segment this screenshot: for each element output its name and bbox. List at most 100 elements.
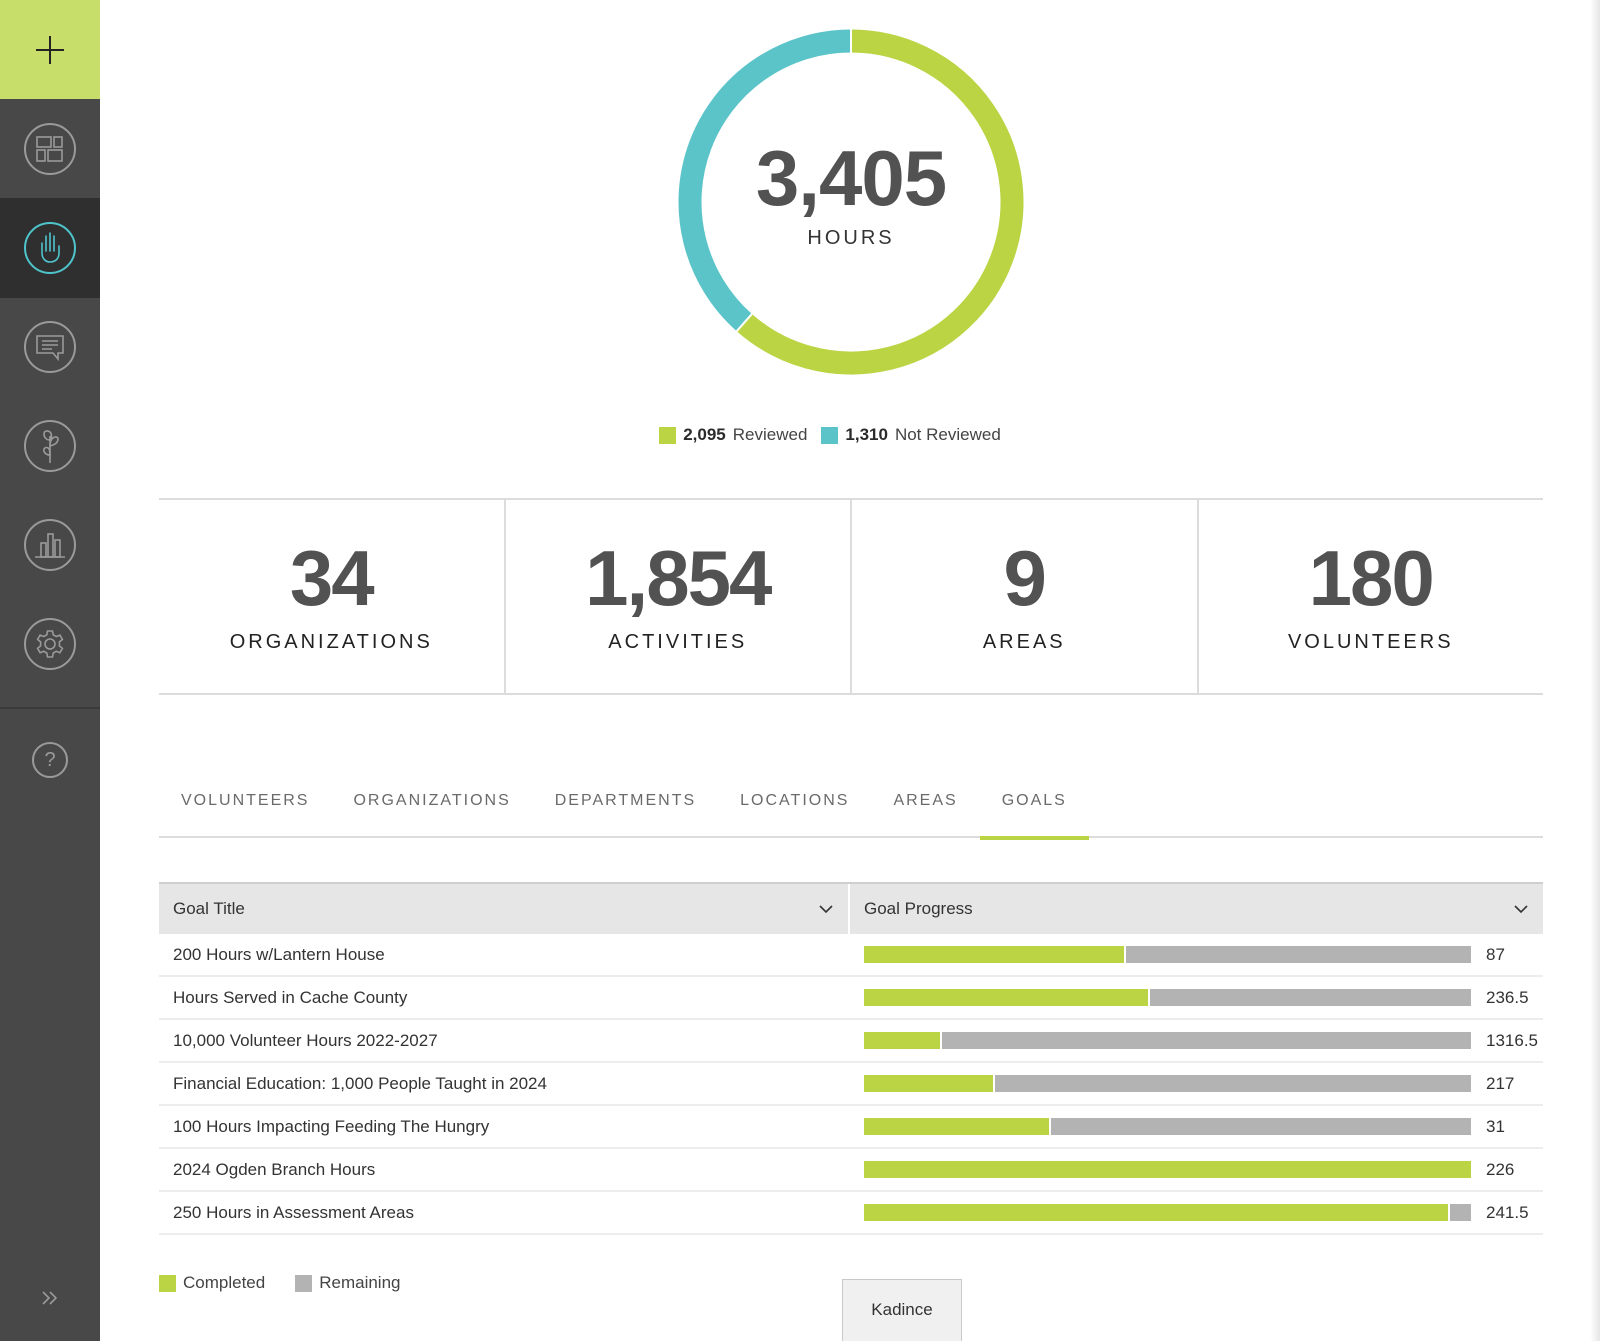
progress-bar-completed bbox=[864, 946, 1127, 963]
column-header-goal-title[interactable]: Goal Title bbox=[159, 884, 850, 934]
goals-table: Goal Title Goal Progress 200 Hours w/Lan… bbox=[159, 882, 1543, 1235]
completed-label: Completed bbox=[183, 1273, 266, 1292]
goal-title: Hours Served in Cache County bbox=[173, 987, 408, 1007]
help-button[interactable]: ? bbox=[0, 730, 100, 790]
goal-progress-cell: 217 bbox=[850, 1074, 1543, 1094]
tab-locations[interactable]: LOCATIONS bbox=[718, 780, 871, 838]
legend-remaining: Remaining bbox=[295, 1273, 400, 1293]
goal-progress-cell: 1316.5 bbox=[850, 1031, 1543, 1051]
progress-bar-remaining bbox=[864, 946, 1471, 963]
stat-value: 1,854 bbox=[585, 534, 772, 622]
goal-title: 250 Hours in Assessment Areas bbox=[173, 1202, 414, 1222]
goal-progress-value: 226 bbox=[1486, 1159, 1515, 1179]
table-row[interactable]: Hours Served in Cache County 236.5 bbox=[159, 977, 1543, 1020]
summary-stats: 34 ORGANIZATIONS 1,854 ACTIVITIES 9 AREA… bbox=[159, 498, 1543, 695]
goal-progress-cell: 236.5 bbox=[850, 988, 1543, 1008]
progress-bar-completed bbox=[864, 1075, 995, 1092]
stat-label: AREAS bbox=[982, 631, 1066, 653]
goal-progress-value: 241.5 bbox=[1486, 1202, 1529, 1222]
goal-progress-value: 31 bbox=[1486, 1116, 1505, 1136]
stat-areas: 9 AREAS bbox=[850, 500, 1197, 693]
goal-title: 200 Hours w/Lantern House bbox=[173, 944, 385, 964]
progress-bar-remaining bbox=[864, 1032, 1471, 1049]
plus-icon bbox=[36, 35, 64, 64]
legend-completed: Completed bbox=[159, 1273, 265, 1293]
legend-reviewed: 2,095 Reviewed bbox=[659, 425, 807, 445]
donut-legend: 2,095 Reviewed 1,310 Not Reviewed bbox=[0, 425, 1600, 445]
table-row[interactable]: Financial Education: 1,000 People Taught… bbox=[159, 1063, 1543, 1106]
goal-progress-cell: 87 bbox=[850, 945, 1543, 965]
chat-message-icon bbox=[36, 335, 64, 362]
not-reviewed-value: 1,310 bbox=[845, 425, 888, 444]
chevron-down-icon bbox=[819, 905, 833, 914]
stat-label: VOLUNTEERS bbox=[1287, 631, 1454, 653]
sidebar-item-dashboard[interactable] bbox=[0, 99, 100, 199]
goal-title: 10,000 Volunteer Hours 2022-2027 bbox=[173, 1030, 438, 1050]
page-edge bbox=[1590, 0, 1600, 1341]
hours-donut-chart: 3,405 HOURS bbox=[674, 25, 1028, 379]
reviewed-value: 2,095 bbox=[683, 425, 726, 444]
sidebar-item-reports[interactable] bbox=[0, 495, 100, 595]
raised-hand-icon bbox=[41, 232, 60, 263]
column-header-label: Goal Progress bbox=[864, 899, 973, 918]
table-row[interactable]: 2024 Ogden Branch Hours 226 bbox=[159, 1149, 1543, 1192]
gear-icon bbox=[36, 630, 64, 658]
reviewed-label: Reviewed bbox=[732, 425, 808, 444]
table-row[interactable]: 10,000 Volunteer Hours 2022-2027 1316.5 bbox=[159, 1020, 1543, 1063]
goal-progress-value: 217 bbox=[1486, 1073, 1515, 1093]
total-hours-value: 3,405 bbox=[755, 133, 947, 222]
goal-progress-value: 1316.5 bbox=[1486, 1030, 1538, 1050]
table-row[interactable]: 200 Hours w/Lantern House 87 bbox=[159, 934, 1543, 977]
sidebar-item-messages[interactable] bbox=[0, 297, 100, 397]
progress-bar-completed bbox=[864, 1118, 1051, 1135]
add-button[interactable] bbox=[0, 0, 100, 99]
tab-areas[interactable]: AREAS bbox=[871, 780, 979, 838]
tab-departments[interactable]: DEPARTMENTS bbox=[533, 780, 718, 838]
stat-volunteers: 180 VOLUNTEERS bbox=[1196, 500, 1544, 693]
goal-progress-value: 236.5 bbox=[1486, 987, 1529, 1007]
tab-goals[interactable]: GOALS bbox=[979, 780, 1089, 840]
goal-title: Financial Education: 1,000 People Taught… bbox=[173, 1073, 547, 1093]
goal-title: 2024 Ogden Branch Hours bbox=[173, 1159, 376, 1179]
kadince-tab-button[interactable]: Kadince bbox=[842, 1279, 962, 1341]
stat-value: 34 bbox=[289, 534, 375, 622]
progress-bar-remaining bbox=[864, 1161, 1471, 1178]
not-reviewed-label: Not Reviewed bbox=[894, 425, 1001, 444]
goals-legend: Completed Remaining bbox=[159, 1273, 400, 1293]
sidebar-item-settings[interactable] bbox=[0, 594, 100, 694]
column-header-goal-progress[interactable]: Goal Progress bbox=[850, 884, 1543, 934]
stat-activities: 1,854 ACTIVITIES bbox=[503, 500, 851, 693]
stat-label: ORGANIZATIONS bbox=[229, 631, 433, 653]
progress-bar-remaining bbox=[864, 989, 1471, 1006]
remaining-swatch bbox=[295, 1274, 313, 1292]
dashboard-grid-icon bbox=[36, 136, 63, 162]
reviewed-swatch bbox=[659, 426, 677, 444]
goal-title: 100 Hours Impacting Feeding The Hungry bbox=[173, 1116, 490, 1136]
legend-not-reviewed: 1,310 Not Reviewed bbox=[821, 425, 1001, 445]
progress-bar-completed bbox=[864, 989, 1150, 1006]
sidebar-item-growth[interactable] bbox=[0, 396, 100, 496]
double-chevron-right-icon bbox=[42, 1291, 58, 1305]
tab-organizations[interactable]: ORGANIZATIONS bbox=[331, 780, 532, 838]
progress-bar-remaining bbox=[864, 1075, 1471, 1092]
table-row[interactable]: 250 Hours in Assessment Areas 241.5 bbox=[159, 1192, 1543, 1235]
table-header: Goal Title Goal Progress bbox=[159, 882, 1543, 934]
goal-progress-cell: 241.5 bbox=[850, 1203, 1543, 1223]
progress-bar-completed bbox=[864, 1032, 943, 1049]
tab-volunteers[interactable]: VOLUNTEERS bbox=[159, 780, 331, 838]
sidebar-item-volunteer[interactable] bbox=[0, 198, 100, 298]
stat-value: 180 bbox=[1308, 534, 1435, 622]
stat-organizations: 34 ORGANIZATIONS bbox=[159, 500, 504, 693]
progress-bar-completed bbox=[864, 1161, 1471, 1178]
table-row[interactable]: 100 Hours Impacting Feeding The Hungry 31 bbox=[159, 1106, 1543, 1149]
chevron-down-icon bbox=[1514, 905, 1528, 914]
stat-label: ACTIVITIES bbox=[608, 631, 748, 653]
goal-progress-cell: 226 bbox=[850, 1160, 1543, 1180]
goal-progress-value: 87 bbox=[1486, 944, 1505, 964]
column-header-label: Goal Title bbox=[173, 899, 245, 918]
report-tabs: VOLUNTEERS ORGANIZATIONS DEPARTMENTS LOC… bbox=[159, 780, 1543, 840]
expand-sidebar-button[interactable] bbox=[0, 1278, 100, 1318]
progress-bar-remaining bbox=[864, 1118, 1471, 1135]
sidebar: ? bbox=[0, 0, 100, 1341]
goal-progress-cell: 31 bbox=[850, 1117, 1543, 1137]
